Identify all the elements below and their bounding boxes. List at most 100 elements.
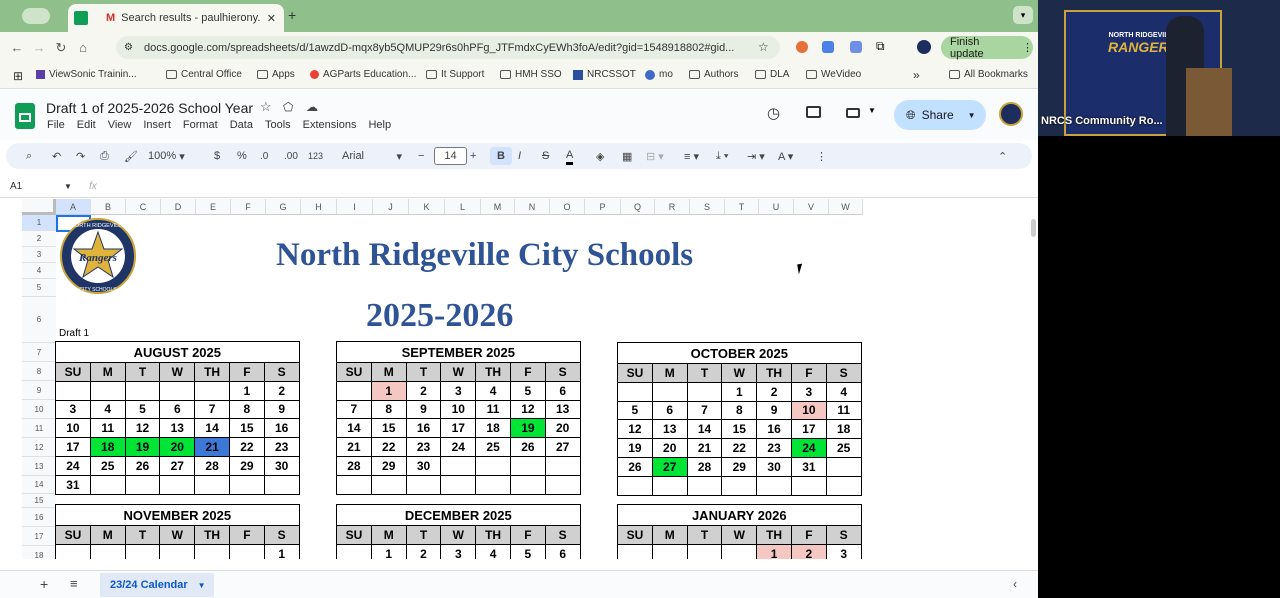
calendar-day[interactable]: 30 (756, 456, 792, 477)
calendar-day[interactable]: 12 (509, 399, 546, 420)
calendar-day[interactable]: 26 (617, 456, 653, 477)
calendar-day[interactable]: 16 (405, 418, 442, 439)
calendar-day[interactable]: 16 (263, 418, 300, 439)
calendar-day[interactable] (825, 475, 862, 496)
column-header[interactable]: Q (621, 199, 655, 215)
column-header[interactable]: O (550, 199, 585, 215)
add-sheet-icon[interactable]: + (40, 576, 48, 592)
reload-icon[interactable]: ↻ (50, 37, 72, 59)
calendar-day[interactable]: 27 (544, 437, 581, 457)
row-header[interactable]: 10 (22, 400, 56, 419)
vertical-align-icon[interactable]: ⤓ ▾ (716, 147, 729, 165)
row-header[interactable]: 18 (22, 546, 56, 559)
meet-video-icon[interactable] (846, 108, 860, 118)
font-size-input[interactable]: 14 (434, 147, 467, 165)
sheets-logo-icon[interactable] (15, 103, 35, 129)
calendar-day[interactable] (651, 475, 688, 496)
calendar-day[interactable]: 4 (825, 381, 862, 402)
calendar-day[interactable] (686, 475, 723, 496)
calendar-day[interactable]: 7 (686, 400, 723, 421)
calendar-day[interactable]: 3 (55, 399, 91, 420)
column-header[interactable]: R (655, 199, 690, 215)
text-color-button[interactable]: A (566, 147, 574, 165)
comments-icon[interactable] (806, 106, 821, 118)
tab-search-button[interactable]: ▾ (1013, 6, 1033, 24)
calendar-day[interactable]: 8 (228, 399, 265, 420)
calendar-day[interactable] (124, 474, 161, 495)
calendar-day[interactable]: 2 (405, 380, 442, 401)
menu-edit[interactable]: Edit (77, 119, 96, 131)
home-icon[interactable]: ⌂ (72, 37, 94, 59)
calendar-day[interactable]: 7 (336, 399, 372, 420)
column-header[interactable]: P (585, 199, 621, 215)
calendar-day[interactable]: 10 (790, 400, 827, 421)
calendar-day[interactable]: 25 (475, 437, 511, 457)
menu-tools[interactable]: Tools (265, 119, 291, 131)
decrease-decimal-button[interactable]: .0 (260, 147, 268, 165)
extension-icon[interactable] (822, 41, 834, 53)
calendar-day[interactable]: 6 (544, 380, 581, 401)
paint-format-icon[interactable]: 🖌︎ (124, 147, 138, 165)
zoom-select[interactable]: 100% ▾ (148, 147, 185, 165)
calendar-day[interactable] (440, 474, 477, 495)
calendar-day[interactable]: 1 (721, 381, 758, 402)
more-tools-icon[interactable]: ⋮ (816, 147, 827, 165)
calendar-day[interactable]: 21 (194, 437, 230, 457)
bookmark-folder[interactable]: Central Office (166, 69, 242, 80)
extension-icon[interactable] (850, 41, 862, 53)
calendar-day[interactable]: 2 (263, 380, 300, 401)
calendar-day[interactable]: 14 (686, 419, 723, 440)
calendar-day[interactable] (721, 543, 758, 559)
calendar-day[interactable]: 21 (686, 438, 723, 458)
menu-help[interactable]: Help (368, 119, 391, 131)
calendar-day[interactable] (336, 380, 372, 401)
calendar-day[interactable]: 6 (544, 543, 581, 559)
document-title[interactable]: Draft 1 of 2025-2026 School Year (46, 100, 253, 116)
calendar-day[interactable]: 10 (55, 418, 91, 439)
calendar-day[interactable]: 9 (756, 400, 792, 421)
bookmark-item[interactable]: AGParts Education... (310, 69, 416, 80)
calendar-day[interactable]: 3 (825, 543, 862, 559)
back-icon[interactable]: ← (6, 37, 28, 59)
calendar-day[interactable]: 30 (405, 455, 442, 476)
spreadsheet-grid[interactable]: ABCDEFGHIJKLMNOPQRSTUVW 1 2 3 4 5 6 7 8 9 10 11 12 1… (0, 199, 1038, 559)
calendar-day[interactable]: 5 (509, 543, 546, 559)
calendar-day[interactable] (686, 381, 723, 402)
calendar-day[interactable]: 31 (790, 456, 827, 477)
calendar-day[interactable] (475, 455, 511, 476)
row-header[interactable]: 4 (22, 263, 56, 279)
chevron-down-icon[interactable]: ▼ (868, 106, 876, 115)
calendar-day[interactable]: 20 (159, 437, 196, 457)
menu-format[interactable]: Format (183, 119, 218, 131)
row-header[interactable]: 8 (22, 362, 56, 381)
column-header[interactable]: L (445, 199, 481, 215)
chevron-down-icon[interactable]: ▼ (968, 111, 976, 120)
print-icon[interactable]: ⎙ (100, 147, 109, 165)
row-header[interactable]: 17 (22, 527, 56, 546)
calendar-day[interactable] (790, 475, 827, 496)
cloud-status-icon[interactable]: ☁ (306, 100, 318, 114)
move-icon[interactable]: ⬠ (283, 100, 293, 114)
calendar-day[interactable]: 17 (790, 419, 827, 440)
text-wrapping-icon[interactable]: ⇥ ▾ (747, 147, 765, 165)
calendar-day[interactable]: 7 (194, 399, 230, 420)
column-header[interactable]: F (231, 199, 266, 215)
bold-button[interactable]: B (490, 147, 512, 165)
row-header[interactable]: 3 (22, 247, 56, 263)
borders-icon[interactable]: ▦ (622, 147, 632, 165)
calendar-day[interactable] (475, 474, 511, 495)
calendar-day[interactable] (194, 543, 230, 559)
apps-grid-icon[interactable]: ⊞ (13, 69, 23, 83)
calendar-day[interactable]: 26 (509, 437, 546, 457)
close-tab-icon[interactable]: ✕ (267, 12, 276, 25)
site-info-icon[interactable]: ⚙ (124, 42, 133, 53)
calendar-day[interactable]: 11 (475, 399, 511, 420)
bookmark-folder[interactable]: Authors (689, 69, 738, 80)
calendar-day[interactable] (228, 474, 265, 495)
calendar-day[interactable]: 4 (89, 399, 126, 420)
calendar-day[interactable]: 24 (55, 455, 91, 476)
calendar-day[interactable]: 3 (440, 543, 477, 559)
row-header[interactable]: 6 (22, 297, 56, 343)
bookmark-item[interactable]: ViewSonic Trainin... (36, 69, 137, 80)
row-header[interactable]: 16 (22, 508, 56, 527)
